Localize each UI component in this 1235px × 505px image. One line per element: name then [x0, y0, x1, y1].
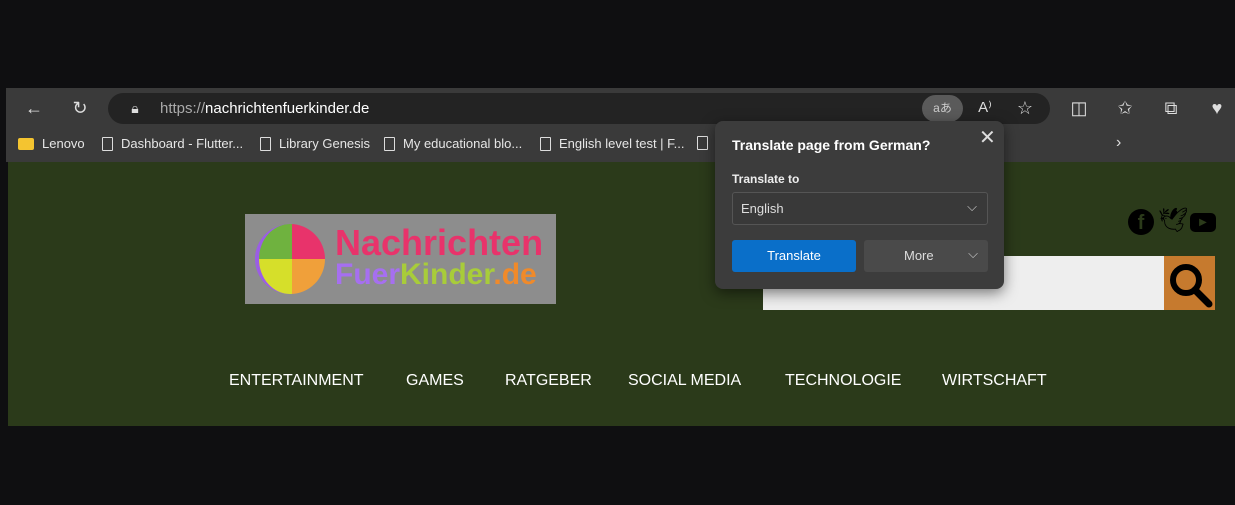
bookmark-more[interactable] — [697, 136, 708, 150]
page-icon — [102, 136, 113, 151]
facebook-icon[interactable]: f — [1128, 209, 1154, 235]
bookmark-label: Dashboard - Flutter... — [121, 136, 244, 151]
folder-icon — [18, 137, 34, 150]
nav-technologie[interactable]: TECHNOLOGIE — [785, 372, 901, 390]
bookmark-label: My educational blo... — [403, 136, 523, 151]
chevron-right-icon[interactable]: › — [1116, 134, 1121, 152]
url-domain: nachrichtenfuerkinder.de — [205, 100, 370, 117]
page-icon — [697, 136, 708, 150]
logo-text: Fuer — [335, 258, 401, 291]
selected-language: English — [741, 201, 784, 216]
nav-entertainment[interactable]: ENTERTAINMENT — [229, 372, 364, 390]
translate-icon[interactable]: aあ — [922, 95, 963, 122]
search-icon — [1170, 264, 1213, 308]
more-button[interactable]: More ⌵ — [864, 240, 988, 272]
collections-icon[interactable]: ⧉ — [1158, 88, 1184, 128]
refresh-icon[interactable]: ↻ — [66, 88, 94, 128]
favorite-star-icon[interactable]: ☆ — [1012, 88, 1038, 128]
bookmark-english-test[interactable]: English level test | F... — [540, 136, 685, 151]
close-icon[interactable]: ✕ — [979, 125, 996, 150]
bookmark-label: English level test | F... — [559, 136, 685, 151]
translate-to-label: Translate to — [732, 172, 800, 186]
twitter-icon[interactable]: 🕊︎ — [1158, 206, 1188, 235]
nav-social-media[interactable]: SOCIAL MEDIA — [628, 372, 741, 390]
favorites-icon[interactable]: ✩ — [1112, 88, 1138, 128]
bookmark-library-genesis[interactable]: Library Genesis — [260, 136, 370, 151]
globe-logo-icon — [255, 224, 325, 294]
back-icon[interactable]: ← — [20, 88, 48, 128]
bookmark-label: Library Genesis — [279, 136, 371, 151]
nav-wirtschaft[interactable]: WIRTSCHAFT — [942, 372, 1047, 390]
translate-button[interactable]: Translate — [732, 240, 856, 272]
chevron-down-icon: ⌵ — [968, 246, 978, 261]
logo-text: Kinder — [400, 258, 494, 291]
site-logo[interactable]: Nachrichten FuerKinder.de — [245, 214, 556, 304]
chevron-down-icon: ⌵ — [967, 199, 977, 214]
url-prefix: https:// — [160, 100, 206, 117]
popup-title: Translate page from German? — [732, 137, 931, 153]
logo-text: Nachrichten — [335, 222, 544, 263]
page-icon — [384, 136, 395, 151]
nav-games[interactable]: GAMES — [406, 372, 464, 390]
nav-ratgeber[interactable]: RATGEBER — [505, 372, 592, 390]
bookmark-lenovo[interactable]: Lenovo — [18, 136, 85, 151]
url-text[interactable]: https://nachrichtenfuerkinder.de — [160, 100, 369, 117]
logo-text: .de — [493, 258, 537, 291]
bookmark-label: Lenovo — [42, 136, 85, 151]
more-label: More — [904, 248, 934, 263]
language-select[interactable]: English ⌵ — [732, 192, 988, 225]
site-search-button[interactable] — [1164, 256, 1215, 310]
page-icon — [260, 136, 271, 151]
split-screen-icon[interactable]: ◫ — [1066, 88, 1092, 128]
page-icon — [540, 136, 551, 151]
lock-icon[interactable]: 🔒︎ — [124, 88, 146, 128]
bookmark-dashboard[interactable]: Dashboard - Flutter... — [102, 136, 243, 151]
browser-essentials-icon[interactable]: ♥ — [1204, 88, 1230, 128]
youtube-icon[interactable]: ▶ — [1190, 213, 1216, 232]
bookmark-educational-blog[interactable]: My educational blo... — [384, 136, 522, 151]
